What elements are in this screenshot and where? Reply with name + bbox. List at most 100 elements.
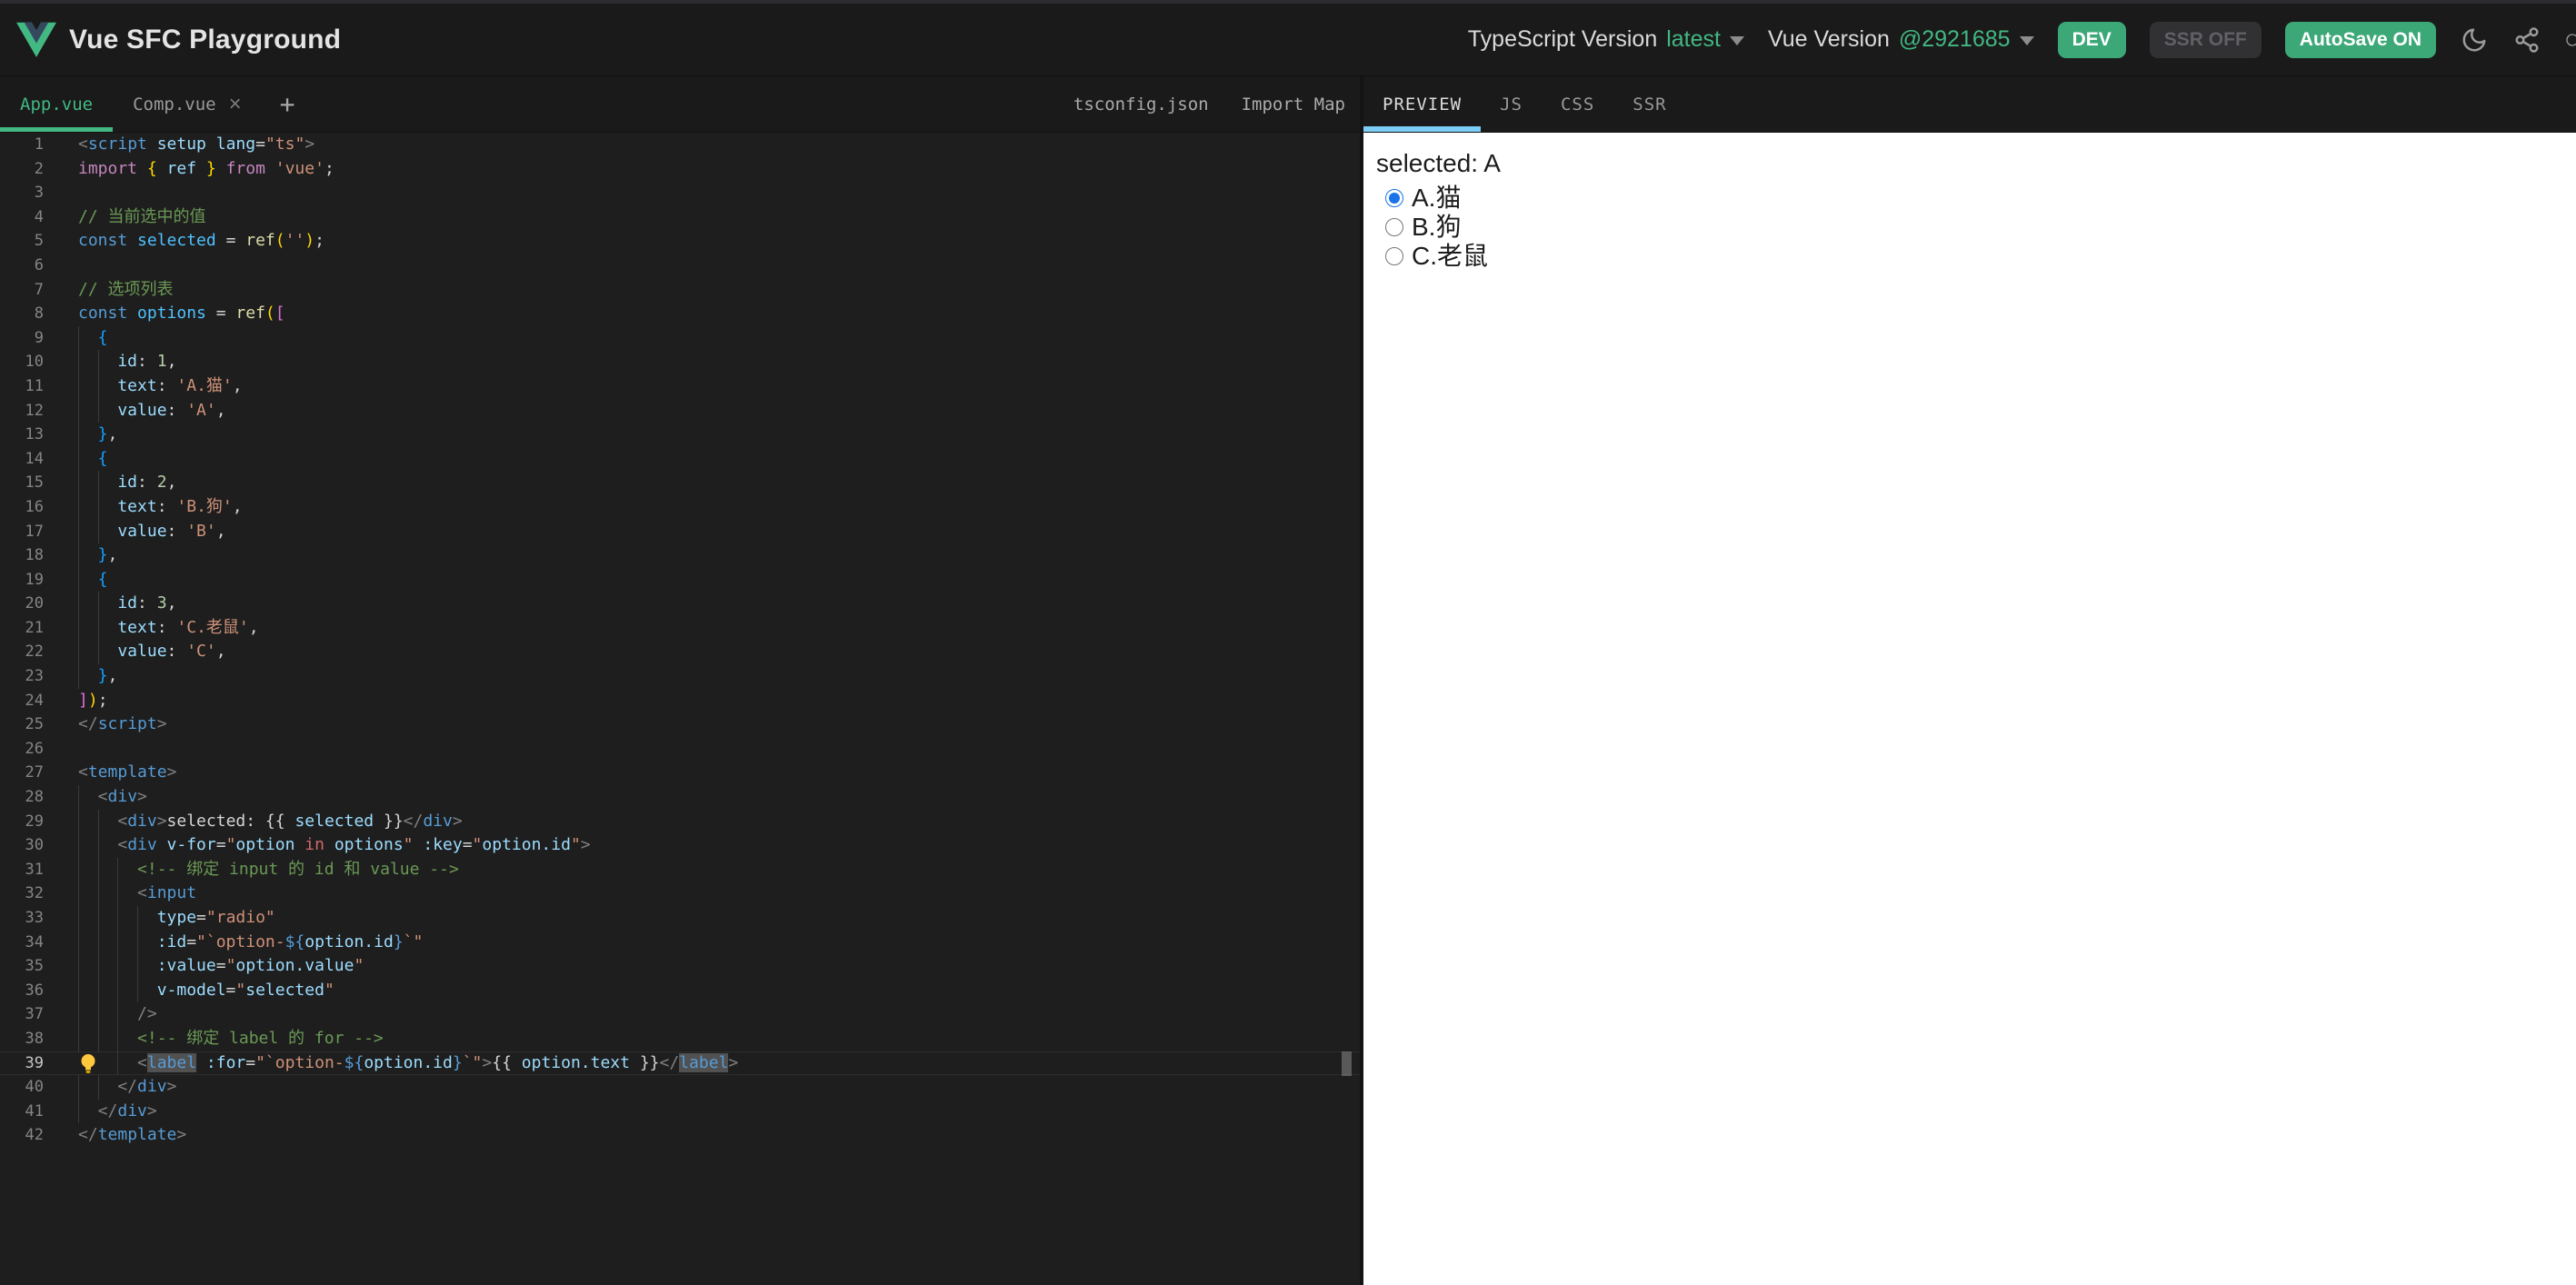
code-line[interactable]: 24]); — [0, 689, 1360, 713]
line-number: 11 — [25, 376, 44, 395]
code-line[interactable]: 14 { — [0, 446, 1360, 472]
code-token: value — [117, 400, 167, 420]
autosave-toggle-button[interactable]: AutoSave ON — [2284, 21, 2436, 58]
preview-radio-label[interactable]: C.老鼠 — [1412, 241, 1488, 272]
code-line[interactable]: 9{ — [0, 325, 1360, 351]
file-tab-comp.vue[interactable]: Comp.vue × — [113, 76, 262, 132]
code-line-content: type="radio" — [78, 906, 275, 931]
code-editor[interactable]: 1 <script setup lang="ts"> 2 import { ref }… — [0, 133, 1360, 1285]
dev-toggle-button[interactable]: DEV — [2057, 21, 2126, 58]
code-token: text — [117, 617, 157, 637]
code-line[interactable]: 5 const selected = ref(''); — [0, 229, 1360, 254]
code-token: < — [117, 835, 128, 855]
code-action-lightbulb-icon[interactable] — [78, 1052, 98, 1075]
preview-options: A.猫 B.狗 C.老鼠 — [1376, 184, 2563, 271]
code-token: : — [156, 617, 177, 637]
code-token: ] — [78, 690, 88, 710]
tsconfig-tab[interactable]: tsconfig.json — [1073, 95, 1209, 115]
code-line[interactable]: 12 value: 'A', — [0, 398, 1360, 423]
code-line[interactable]: 11 text: 'A.猫', — [0, 374, 1360, 399]
output-tab-preview[interactable]: PREVIEW — [1363, 76, 1482, 132]
code-line[interactable]: 16 text: 'B.狗', — [0, 494, 1360, 520]
code-token: text — [117, 496, 157, 516]
code-line[interactable]: 2 import { ref } from 'vue'; — [0, 157, 1360, 182]
code-line-content: /> — [78, 1002, 157, 1027]
add-file-button[interactable]: + — [262, 76, 314, 132]
code-line[interactable]: 17 value: 'B', — [0, 519, 1360, 544]
code-line[interactable]: 25 </script> — [0, 712, 1360, 737]
code-token: < — [117, 811, 128, 831]
output-tab-ssr[interactable]: SSR — [1613, 76, 1685, 132]
code-line[interactable]: 35:value="option.value" — [0, 954, 1360, 979]
code-line[interactable]: 33 type="radio" — [0, 906, 1360, 931]
preview-radio[interactable] — [1385, 189, 1403, 207]
code-line[interactable]: 4 // 当前选中的值 — [0, 205, 1360, 230]
code-line[interactable]: 37 /> — [0, 1002, 1360, 1027]
close-icon[interactable]: × — [229, 93, 242, 115]
code-token: :key — [413, 835, 463, 855]
code-line[interactable]: 27 <template> — [0, 761, 1360, 785]
preview-radio[interactable] — [1385, 218, 1403, 236]
code-token: <!-- 绑定 input 的 id 和 value --> — [137, 859, 459, 879]
code-token: `" — [403, 931, 424, 951]
output-tab-js[interactable]: JS — [1481, 76, 1542, 132]
code-line[interactable]: 6 — [0, 254, 1360, 278]
code-line[interactable]: 36 v-model="selected" — [0, 978, 1360, 1003]
code-token: ref — [235, 304, 265, 324]
code-line[interactable]: 19 { — [0, 567, 1360, 593]
code-line[interactable]: 32 <input — [0, 882, 1360, 906]
code-line[interactable]: 21 text: 'C.老鼠', — [0, 615, 1360, 641]
indent-guide — [97, 350, 118, 374]
indent-guide — [78, 664, 98, 689]
code-line[interactable]: 29 <div>selected: {{ selected }}</div> — [0, 809, 1360, 834]
code-line[interactable]: 26 — [0, 737, 1360, 762]
code-line[interactable]: 15 id: 2, — [0, 471, 1360, 495]
typescript-version-select[interactable]: TypeScript Version latest — [1468, 26, 1744, 53]
code-line-content: const options = ref([ — [78, 302, 285, 326]
preview-radio-label[interactable]: A.猫 — [1412, 183, 1461, 214]
code-line[interactable]: 38 <!-- 绑定 label 的 for --> — [0, 1026, 1360, 1051]
output-pane: PREVIEW JS CSS SSR selected: A A.猫 B.狗 C.老鼠 — [1363, 76, 2576, 1285]
code-line[interactable]: 28 <div> — [0, 785, 1360, 810]
code-line[interactable]: 42 </template> — [0, 1123, 1360, 1148]
code-line[interactable]: 30 <div v-for="option in options" :key="o… — [0, 833, 1360, 858]
code-line[interactable]: 23}, — [0, 664, 1360, 689]
indent-guide — [117, 978, 137, 1003]
code-line[interactable]: 40 </div> — [0, 1075, 1360, 1100]
code-token: , — [232, 375, 243, 395]
code-line[interactable]: 3 — [0, 181, 1360, 205]
ssr-toggle-button[interactable]: SSR OFF — [2149, 21, 2261, 58]
code-line[interactable]: 8 const options = ref([ — [0, 302, 1360, 326]
indent-guide — [78, 1002, 98, 1027]
preview-radio[interactable] — [1385, 247, 1403, 265]
code-line[interactable]: 10 id: 1, — [0, 350, 1360, 374]
code-token: { — [97, 569, 108, 589]
code-line-content: }, — [78, 664, 117, 689]
file-tab-app.vue[interactable]: App.vue — [0, 76, 114, 132]
share-icon[interactable] — [2512, 25, 2541, 55]
code-token: type — [156, 908, 197, 927]
vue-version-select[interactable]: Vue Version @2921685 — [1768, 26, 2034, 53]
code-line[interactable]: 39 <label :for="`option-${option.id}`">{… — [0, 1051, 1360, 1076]
theme-toggle-moon-icon[interactable] — [2460, 25, 2489, 55]
download-icon[interactable] — [2565, 25, 2576, 55]
code-line[interactable]: 20 id: 3, — [0, 592, 1360, 616]
code-line[interactable]: 34:id="`option-${option.id}`" — [0, 930, 1360, 955]
code-line[interactable]: 18}, — [0, 543, 1360, 568]
code-line[interactable]: 41 </div> — [0, 1099, 1360, 1124]
code-token: } — [97, 424, 108, 444]
preview-radio-label[interactable]: B.狗 — [1412, 212, 1461, 243]
import-map-tab[interactable]: Import Map — [1242, 95, 1345, 115]
code-line[interactable]: 22 value: 'C', — [0, 640, 1360, 665]
indent-guide — [78, 494, 98, 520]
line-number: 20 — [25, 594, 44, 613]
line-number: 14 — [25, 449, 44, 468]
overview-ruler-marker[interactable] — [1342, 1051, 1352, 1076]
output-tab-css[interactable]: CSS — [1542, 76, 1613, 132]
code-line[interactable]: 31 <!-- 绑定 input 的 id 和 value --> — [0, 857, 1360, 882]
code-line[interactable]: 1 <script setup lang="ts"> — [0, 133, 1360, 157]
code-line[interactable]: 13}, — [0, 423, 1360, 447]
code-token: < — [97, 787, 108, 807]
code-line[interactable]: 7 // 选项列表 — [0, 278, 1360, 303]
code-token: } — [452, 1052, 463, 1072]
